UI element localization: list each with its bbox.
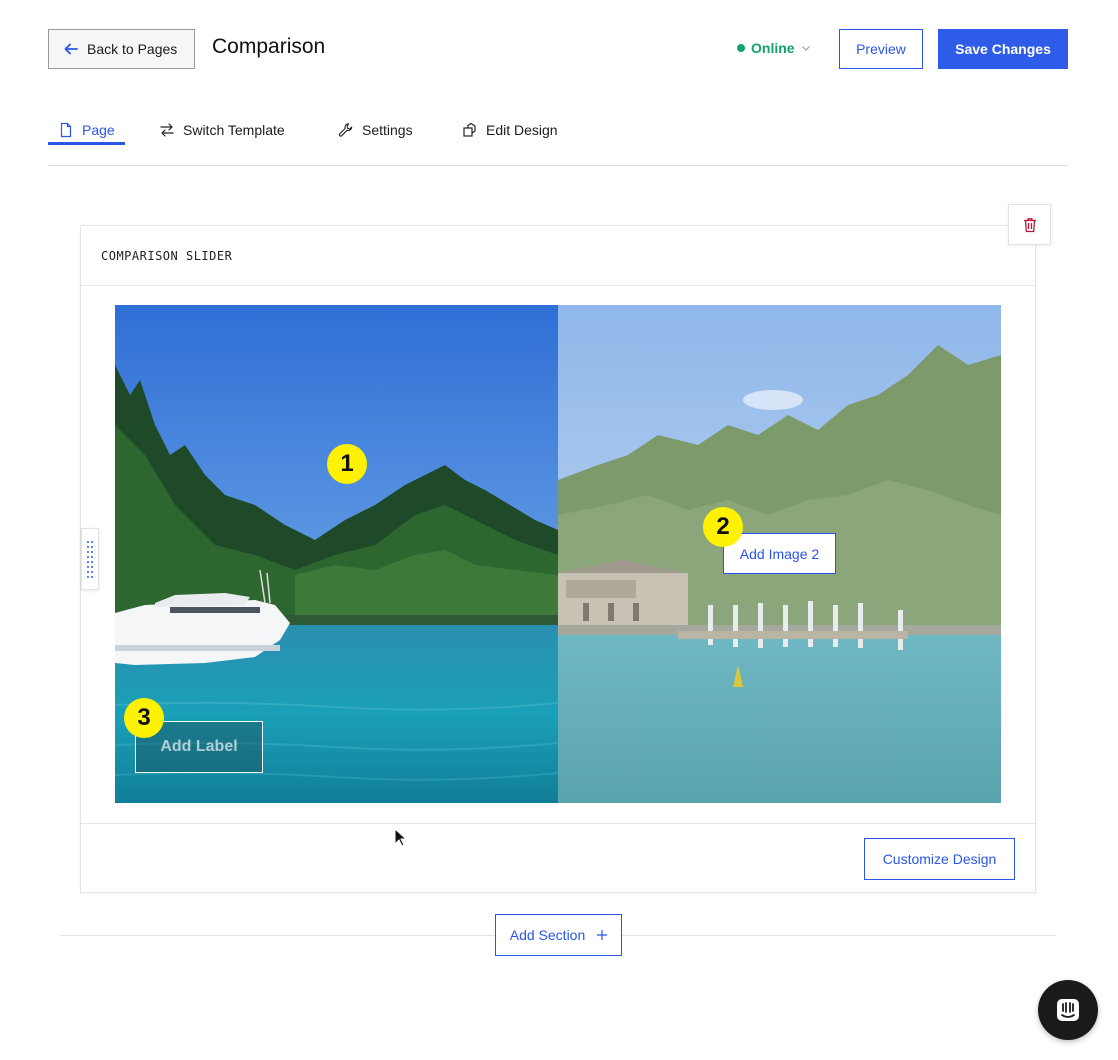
save-changes-button[interactable]: Save Changes: [938, 29, 1068, 69]
annotation-marker-1: 1: [327, 444, 367, 484]
tab-edit-design[interactable]: Edit Design: [462, 115, 558, 145]
plus-icon: [597, 930, 608, 940]
back-button-label: Back to Pages: [87, 41, 178, 57]
annotation-marker-2: 2: [703, 507, 743, 547]
page-icon: [60, 122, 72, 138]
chevron-down-icon: [801, 46, 810, 51]
page-title: Comparison: [212, 35, 326, 58]
customize-design-button[interactable]: Customize Design: [864, 838, 1015, 880]
tab-settings-label: Settings: [362, 122, 413, 138]
mouse-cursor-icon: [394, 828, 408, 847]
drag-handle[interactable]: [81, 528, 99, 590]
wrench-icon: [338, 123, 353, 137]
annotation-marker-3: 3: [124, 698, 164, 738]
drag-dots-icon: [87, 541, 93, 578]
tab-settings[interactable]: Settings: [338, 115, 413, 145]
status-dot: [737, 44, 745, 52]
tab-edit-design-label: Edit Design: [486, 122, 558, 138]
tab-page[interactable]: Page: [58, 115, 115, 145]
trash-icon: [1023, 217, 1036, 232]
tab-switch-template[interactable]: Switch Template: [159, 115, 285, 145]
section-title: COMPARISON SLIDER: [81, 226, 1035, 286]
switch-icon: [160, 123, 174, 137]
status-dropdown[interactable]: Online: [737, 40, 811, 56]
tab-switch-template-label: Switch Template: [183, 122, 285, 138]
active-tab-indicator: [48, 142, 125, 145]
status-label: Online: [751, 40, 795, 56]
add-section-label: Add Section: [509, 927, 586, 943]
add-section-button[interactable]: Add Section: [495, 914, 622, 956]
add-image-2-button[interactable]: Add Image 2: [723, 533, 836, 574]
tab-page-label: Page: [82, 122, 115, 138]
preview-button[interactable]: Preview: [839, 29, 923, 69]
arrow-left-icon: [64, 43, 78, 55]
section-footer: Customize Design: [81, 823, 1035, 893]
chat-icon: [1057, 999, 1079, 1021]
chat-support-button[interactable]: [1038, 980, 1098, 1040]
back-to-pages-button[interactable]: Back to Pages: [48, 29, 195, 69]
design-icon: [463, 122, 476, 137]
delete-section-button[interactable]: [1008, 204, 1051, 245]
tab-bar: Page Switch Template Settings Edit Desig…: [48, 105, 1068, 166]
